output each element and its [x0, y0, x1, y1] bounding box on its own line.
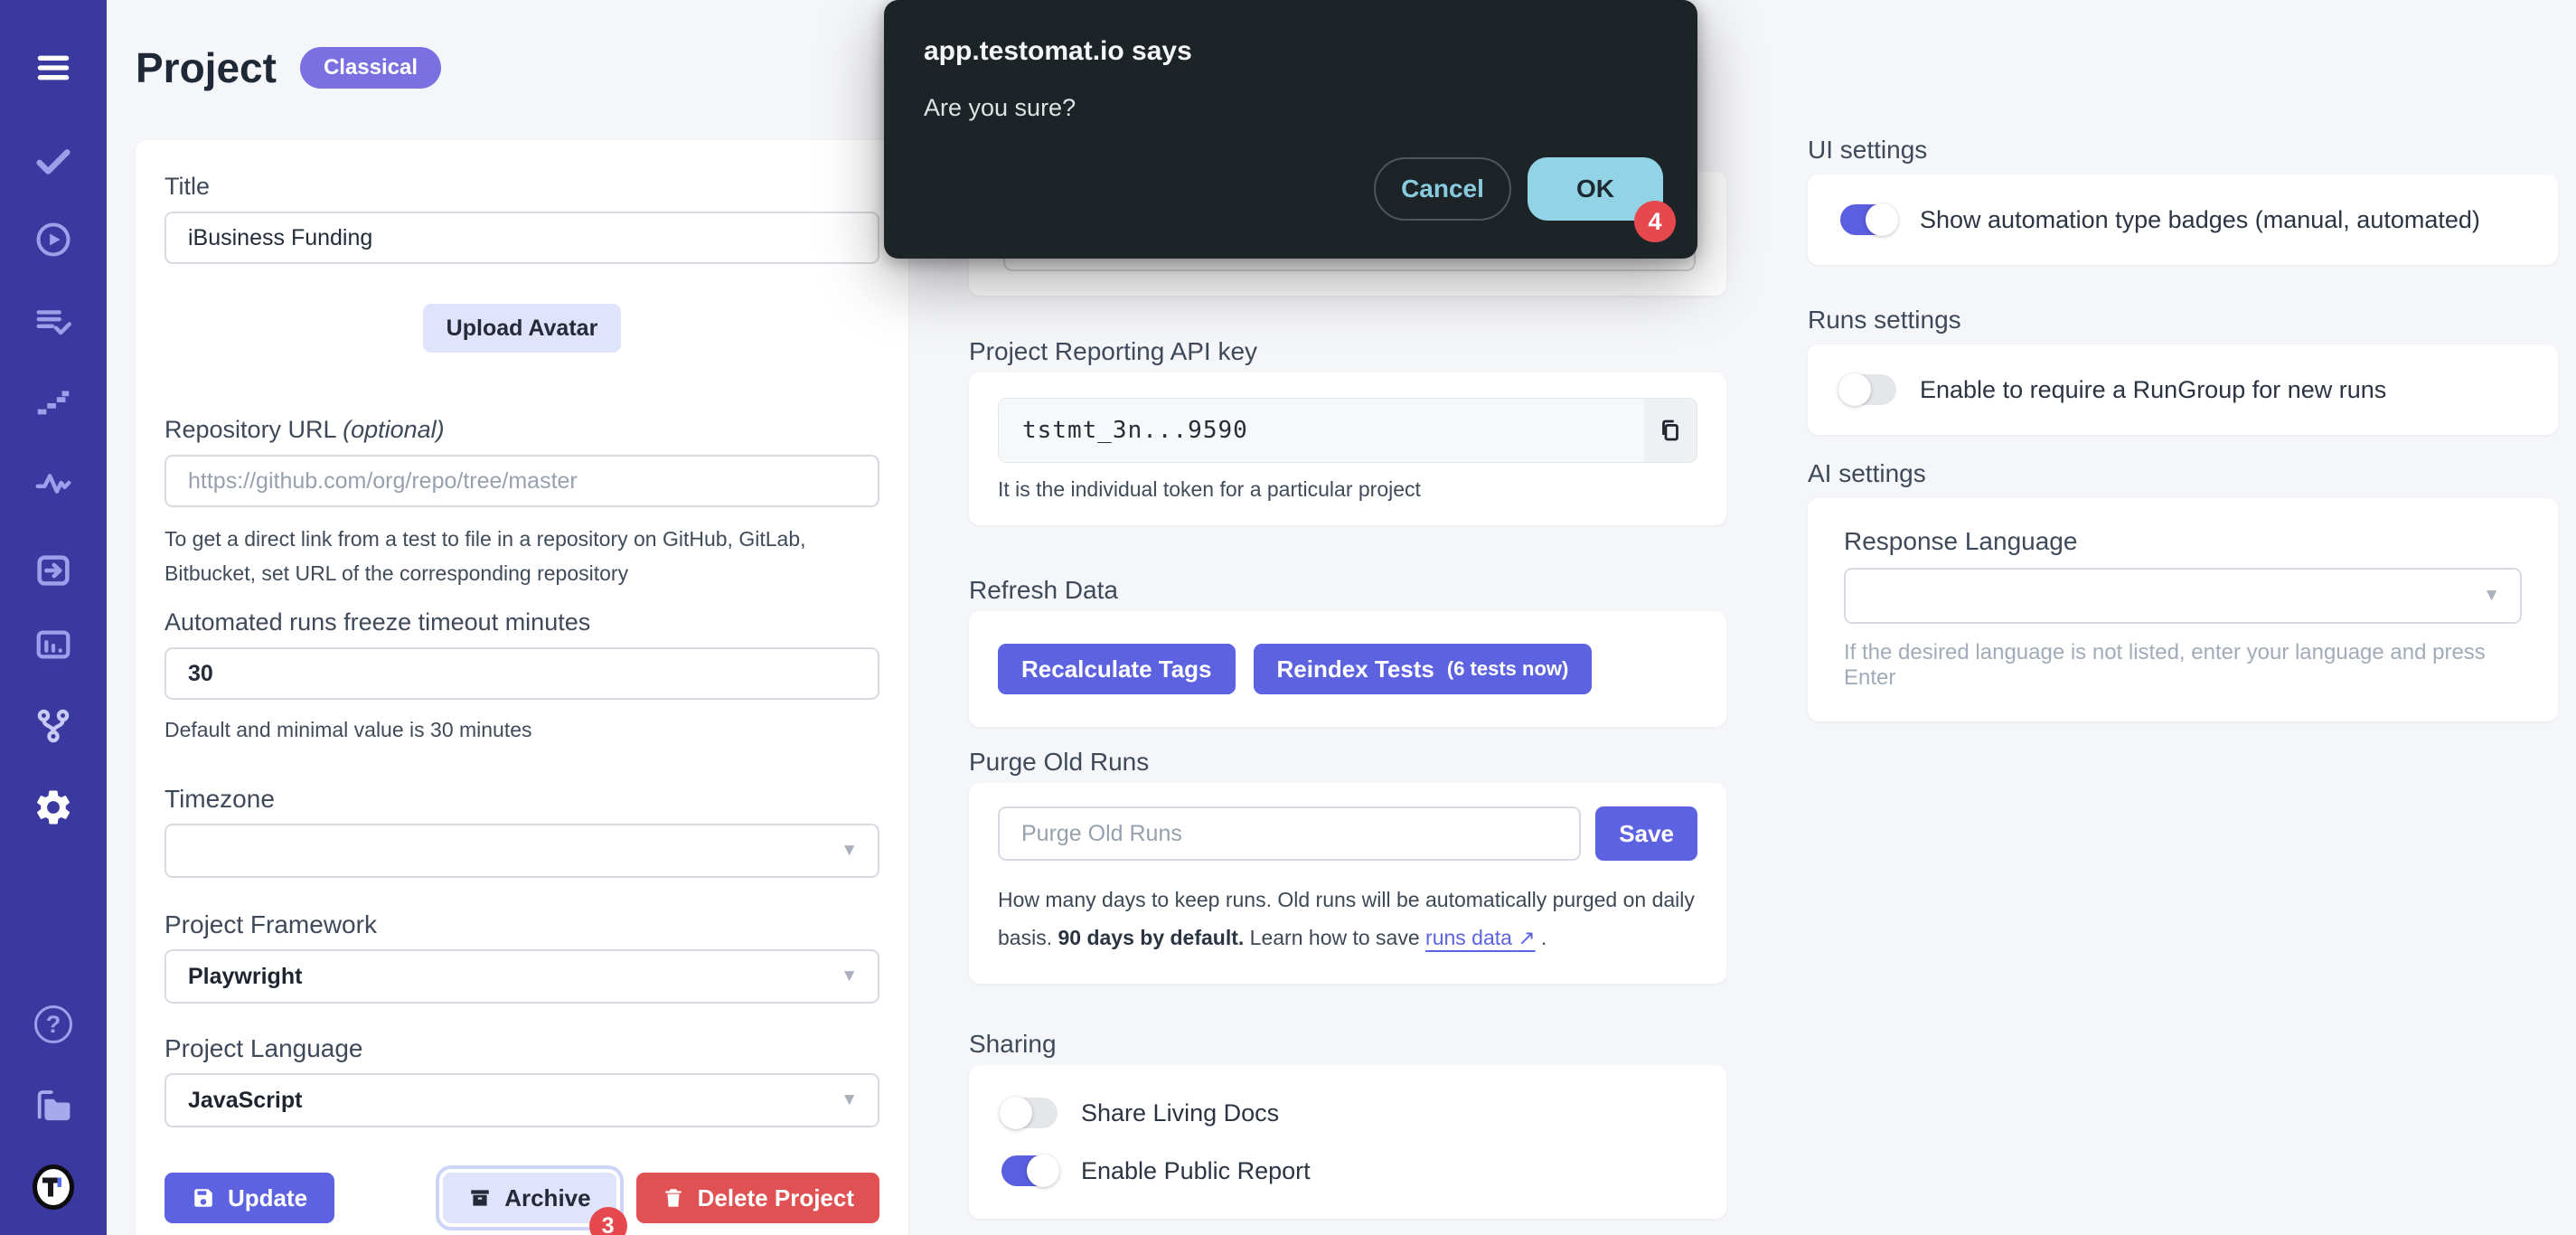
timezone-label: Timezone — [165, 785, 879, 813]
framework-label: Project Framework — [165, 910, 879, 938]
rungroup-required-toggle[interactable] — [1840, 374, 1896, 405]
chevron-down-icon: ▼ — [841, 1090, 858, 1110]
archive-icon — [468, 1186, 492, 1210]
gear-icon[interactable] — [33, 787, 74, 828]
folder-icon[interactable] — [33, 1085, 74, 1127]
play-circle-icon[interactable] — [33, 219, 74, 260]
ai-settings-card: Response Language ▼ If the desired langu… — [1808, 498, 2558, 721]
purge-old-runs-card: Save How many days to keep runs. Old run… — [969, 783, 1726, 984]
rungroup-required-label: Enable to require a RunGroup for new run… — [1920, 376, 2386, 404]
testomat-logo[interactable] — [33, 1166, 74, 1208]
ok-count-badge: 4 — [1634, 201, 1676, 242]
bar-chart-icon[interactable] — [33, 624, 74, 665]
share-living-docs-label: Share Living Docs — [1081, 1099, 1279, 1127]
api-key-label: Project Reporting API key — [969, 337, 1726, 365]
sidebar: ? — [0, 0, 107, 1235]
copy-icon[interactable] — [1644, 399, 1697, 462]
chevron-down-icon: ▼ — [841, 841, 858, 861]
response-language-help: If the desired language is not listed, e… — [1844, 640, 2522, 691]
git-branch-icon[interactable] — [33, 705, 74, 747]
api-key-card: tstmt_3n...9590 It is the individual tok… — [969, 372, 1726, 525]
response-language-select[interactable]: ▼ — [1844, 568, 2522, 624]
reindex-count: (6 tests now) — [1447, 657, 1568, 681]
runs-settings-label: Runs settings — [1808, 306, 2558, 334]
freeze-timeout-input[interactable] — [165, 647, 879, 700]
automation-badges-toggle[interactable] — [1840, 204, 1896, 235]
settings-column: UI settings Show automation type badges … — [1808, 136, 2558, 721]
language-select[interactable]: JavaScript ▼ — [165, 1073, 879, 1127]
chevron-down-icon: ▼ — [2483, 586, 2500, 606]
sharing-label: Sharing — [969, 1030, 1726, 1058]
repository-url-help: To get a direct link from a test to file… — [165, 522, 879, 590]
runs-data-link[interactable]: runs data ↗ — [1425, 926, 1536, 949]
sign-in-icon[interactable] — [33, 550, 74, 591]
delete-project-button[interactable]: Delete Project — [636, 1173, 879, 1223]
menu-icon[interactable] — [33, 47, 74, 89]
dialog-message: Are you sure? — [924, 94, 1658, 122]
share-living-docs-toggle[interactable] — [1001, 1098, 1058, 1128]
project-settings-column: Project Classical Title Upload Avatar Re… — [136, 36, 908, 1235]
timezone-select[interactable]: ▼ — [165, 824, 879, 878]
refresh-data-card: Recalculate Tags Reindex Tests (6 tests … — [969, 611, 1726, 727]
enable-public-report-toggle[interactable] — [1001, 1155, 1058, 1186]
title-label: Title — [165, 173, 879, 201]
trash-icon — [662, 1186, 685, 1210]
dialog-source: app.testomat.io says — [924, 36, 1658, 67]
update-button[interactable]: Update — [165, 1173, 334, 1223]
ui-settings-label: UI settings — [1808, 136, 2558, 164]
recalculate-tags-button[interactable]: Recalculate Tags — [998, 644, 1236, 694]
response-language-label: Response Language — [1844, 527, 2522, 555]
archive-button[interactable]: Archive 3 — [443, 1173, 616, 1223]
freeze-timeout-label: Automated runs freeze timeout minutes — [165, 608, 879, 636]
chevron-down-icon: ▼ — [841, 966, 858, 986]
language-label: Project Language — [165, 1034, 879, 1062]
cancel-button[interactable]: Cancel — [1374, 157, 1511, 221]
external-link-icon: ↗ — [1518, 926, 1535, 949]
check-icon[interactable] — [33, 140, 74, 182]
freeze-timeout-help: Default and minimal value is 30 minutes — [165, 712, 879, 747]
purge-days-input[interactable] — [998, 806, 1581, 861]
upload-avatar-button[interactable]: Upload Avatar — [423, 304, 622, 353]
purge-old-runs-label: Purge Old Runs — [969, 748, 1726, 776]
save-icon — [192, 1186, 215, 1210]
title-input[interactable] — [165, 212, 879, 264]
repository-url-label: Repository URL (optional) — [165, 416, 879, 444]
list-check-icon[interactable] — [33, 301, 74, 343]
browser-confirm-dialog: app.testomat.io says Are you sure? Cance… — [884, 0, 1697, 259]
steps-icon[interactable] — [33, 382, 74, 423]
repository-url-input[interactable] — [165, 455, 879, 507]
page-title: Project — [136, 43, 277, 92]
framework-select[interactable]: Playwright ▼ — [165, 949, 879, 1004]
archive-count-badge: 3 — [589, 1207, 627, 1235]
activity-icon[interactable] — [33, 462, 74, 504]
help-icon[interactable]: ? — [33, 1004, 74, 1045]
ui-settings-card: Show automation type badges (manual, aut… — [1808, 174, 2558, 265]
save-button[interactable]: Save — [1595, 806, 1697, 861]
purge-help: How many days to keep runs. Old runs wil… — [998, 881, 1697, 957]
enable-public-report-label: Enable Public Report — [1081, 1157, 1311, 1185]
reindex-tests-button[interactable]: Reindex Tests (6 tests now) — [1254, 644, 1593, 694]
api-key-value: tstmt_3n...9590 — [999, 399, 1644, 462]
ai-settings-label: AI settings — [1808, 459, 2558, 487]
project-form-card: Title Upload Avatar Repository URL (opti… — [136, 140, 908, 1235]
classical-badge: Classical — [300, 47, 441, 89]
sharing-card: Share Living Docs Enable Public Report — [969, 1065, 1726, 1219]
runs-settings-card: Enable to require a RunGroup for new run… — [1808, 344, 2558, 435]
api-key-help: It is the individual token for a particu… — [998, 477, 1697, 502]
refresh-data-label: Refresh Data — [969, 576, 1726, 604]
automation-badges-label: Show automation type badges (manual, aut… — [1920, 206, 2480, 234]
